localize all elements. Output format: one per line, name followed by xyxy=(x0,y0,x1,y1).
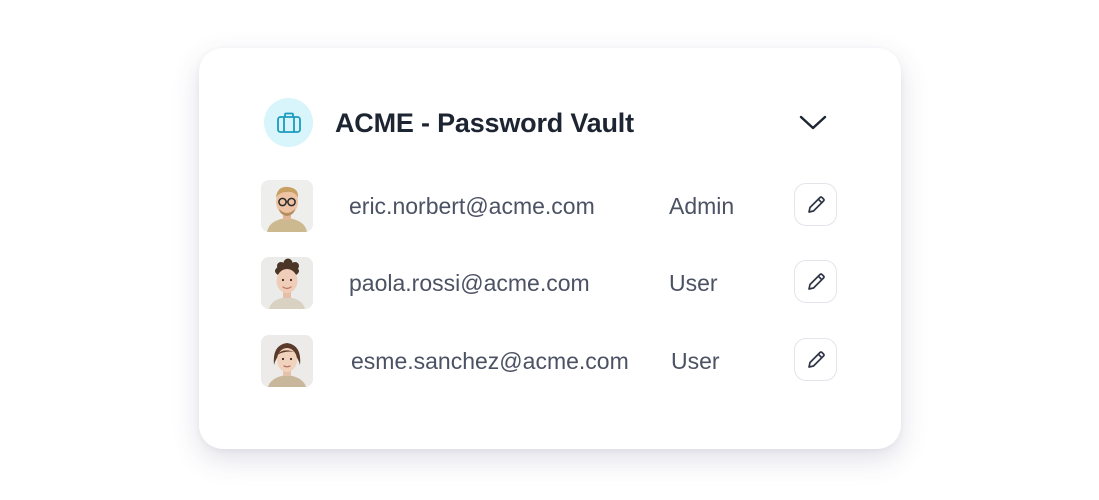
member-email: paola.rossi@acme.com xyxy=(349,270,590,296)
vault-card: ACME - Password Vault eric.norbert@acme.… xyxy=(199,48,901,449)
member-email: eric.norbert@acme.com xyxy=(349,193,595,219)
list-item: eric.norbert@acme.com Admin xyxy=(261,180,841,232)
avatar xyxy=(261,257,313,309)
avatar xyxy=(261,335,313,387)
briefcase-icon xyxy=(264,98,313,147)
member-role: Admin xyxy=(669,193,735,219)
avatar xyxy=(261,180,313,232)
edit-member-button[interactable] xyxy=(794,338,837,381)
member-role: User xyxy=(669,270,718,296)
member-role: User xyxy=(671,348,720,374)
pencil-icon xyxy=(807,272,825,290)
pencil-icon xyxy=(807,195,825,213)
edit-member-button[interactable] xyxy=(794,260,837,303)
vault-title: ACME - Password Vault xyxy=(335,108,634,138)
pencil-icon xyxy=(807,350,825,368)
chevron-down-icon xyxy=(799,115,827,130)
list-item: paola.rossi@acme.com User xyxy=(261,257,841,309)
list-item: esme.sanchez@acme.com User xyxy=(261,335,841,387)
collapse-toggle-button[interactable] xyxy=(795,106,831,138)
edit-member-button[interactable] xyxy=(794,183,837,226)
member-email: esme.sanchez@acme.com xyxy=(351,348,629,374)
